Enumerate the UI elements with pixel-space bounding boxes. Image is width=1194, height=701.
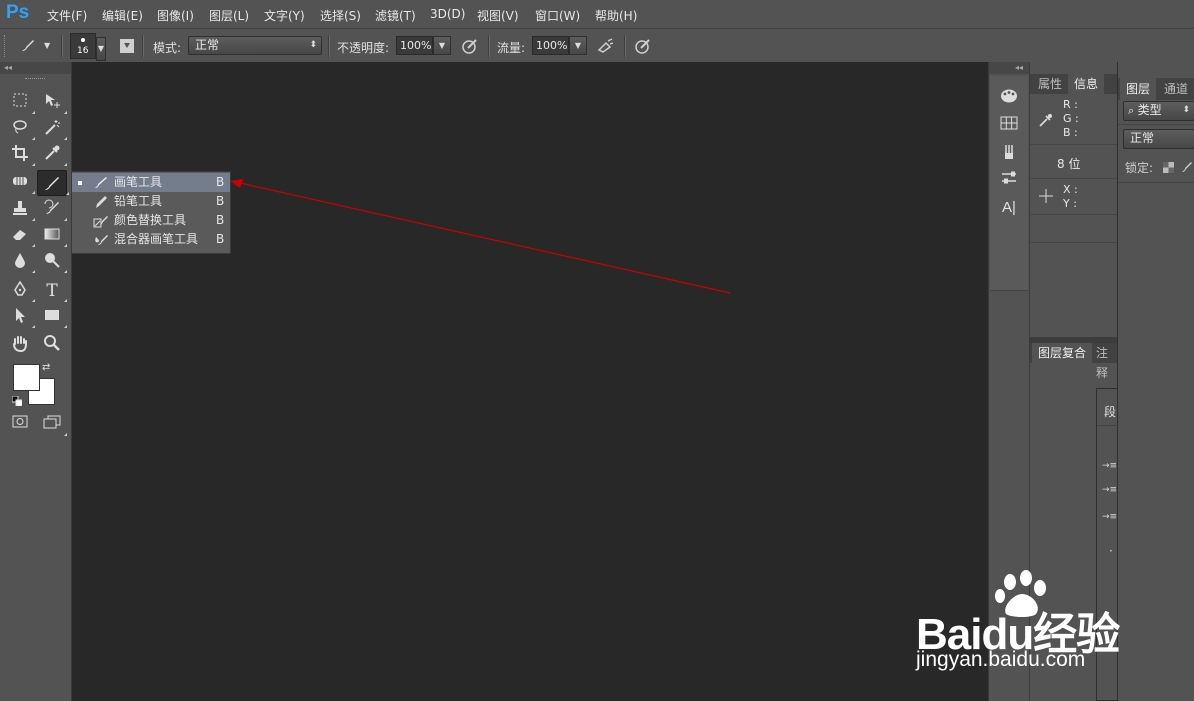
collapse-arrows-icon[interactable]: ◂◂ bbox=[1015, 63, 1023, 72]
paragraph-option-glyph: · bbox=[1109, 544, 1113, 558]
divider bbox=[1118, 182, 1194, 183]
info-g: G : bbox=[1063, 112, 1079, 125]
icon-strip-header[interactable]: ◂◂ bbox=[989, 62, 1029, 74]
tab-properties[interactable]: 属性 bbox=[1032, 74, 1068, 94]
search-icon: ⌕ bbox=[1128, 104, 1138, 117]
layer-filter-value: 类型 bbox=[1137, 103, 1162, 117]
info-content: R : G : B : 8 位 X : Y : bbox=[1030, 94, 1118, 244]
divider bbox=[1118, 124, 1194, 125]
info-x: X : bbox=[1063, 183, 1078, 196]
crosshair-icon bbox=[1038, 188, 1054, 207]
paragraph-panel-title: 段 bbox=[1104, 405, 1117, 419]
space-before-icon[interactable]: →≡ bbox=[1102, 512, 1117, 522]
blend-mode-value: 正常 bbox=[1130, 131, 1155, 145]
tab-notes[interactable]: 注释 bbox=[1090, 343, 1118, 380]
indent-first-line-icon[interactable]: →≡ bbox=[1102, 485, 1117, 495]
divider bbox=[1030, 214, 1118, 215]
divider bbox=[1097, 425, 1119, 426]
baidu-watermark: Baidu经验 jingyan.baidu.com bbox=[912, 570, 1152, 680]
lock-transparent-icon[interactable] bbox=[1163, 162, 1174, 176]
tab-layer-comps[interactable]: 图层复合 bbox=[1032, 343, 1093, 363]
filter-updown-icon: ⬍ bbox=[1182, 105, 1190, 115]
watermark-url: jingyan.baidu.com bbox=[916, 648, 1086, 671]
tab-channels[interactable]: 通道 bbox=[1158, 78, 1194, 100]
eyedropper-readout-icon bbox=[1038, 112, 1054, 131]
divider bbox=[1030, 242, 1118, 243]
tab-layers[interactable]: 图层 bbox=[1120, 78, 1157, 100]
divider bbox=[1030, 178, 1118, 179]
info-b: B : bbox=[1063, 126, 1078, 139]
swatches-grid-icon[interactable] bbox=[998, 115, 1020, 137]
blend-mode-dropdown[interactable]: 正常 bbox=[1123, 129, 1194, 149]
layer-filter-dropdown[interactable]: ⌕ 类型 ⬍ bbox=[1123, 101, 1194, 121]
layer-comps-tab-bar: 图层复合 注释 bbox=[1030, 343, 1118, 380]
info-y: Y : bbox=[1063, 197, 1077, 210]
lock-paint-brush-icon[interactable] bbox=[1181, 161, 1193, 176]
color-palette-icon[interactable] bbox=[998, 88, 1020, 110]
layers-tab-bar: 图层 通道 bbox=[1118, 78, 1194, 100]
info-tab-bar: 属性 信息 bbox=[1030, 74, 1118, 94]
brush-presets-icon[interactable] bbox=[998, 143, 1020, 165]
character-panel-icon[interactable]: A| bbox=[998, 197, 1020, 219]
divider bbox=[1030, 144, 1118, 145]
info-bit-depth: 8 位 bbox=[1057, 157, 1081, 171]
tab-info[interactable]: 信息 bbox=[1068, 74, 1105, 94]
info-r: R : bbox=[1063, 98, 1078, 111]
lock-label: 锁定: bbox=[1125, 161, 1154, 175]
adjustments-sliders-icon[interactable] bbox=[998, 170, 1020, 192]
indent-left-icon[interactable]: →≡ bbox=[1102, 461, 1117, 471]
